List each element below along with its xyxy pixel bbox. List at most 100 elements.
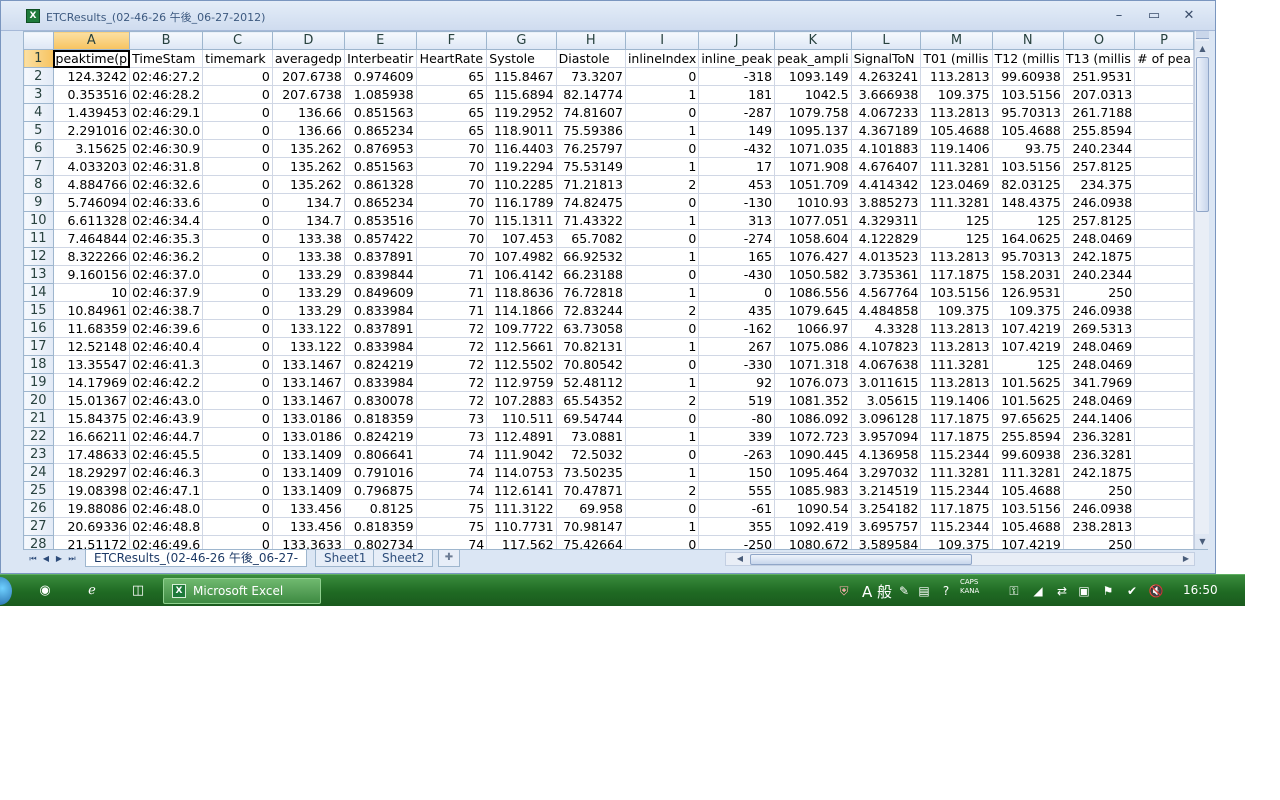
row-header[interactable]: 26 — [23, 499, 54, 518]
data-cell[interactable]: 70.47871 — [555, 481, 626, 500]
data-cell[interactable]: 0 — [624, 103, 700, 122]
data-cell[interactable]: 1.439453 — [52, 103, 131, 122]
data-cell[interactable]: 135.262 — [271, 157, 345, 176]
data-cell[interactable]: 112.5502 — [486, 355, 557, 374]
data-cell[interactable]: 0.865234 — [343, 121, 417, 140]
data-cell[interactable]: 105.4688 — [991, 517, 1064, 536]
data-cell[interactable] — [1134, 409, 1194, 428]
data-cell[interactable]: 267 — [698, 337, 776, 356]
data-cell[interactable]: 0 — [202, 517, 273, 536]
data-cell[interactable]: 133.3633 — [271, 535, 345, 549]
data-cell[interactable]: 244.1406 — [1062, 409, 1136, 428]
row-header[interactable]: 25 — [23, 481, 54, 500]
data-cell[interactable]: 105.4688 — [920, 121, 993, 140]
device-icon[interactable]: ▣ — [1076, 583, 1092, 599]
data-cell[interactable]: 117.1875 — [920, 265, 993, 284]
data-cell[interactable]: 0 — [202, 103, 273, 122]
data-cell[interactable]: 0 — [202, 499, 273, 518]
internet-explorer-icon[interactable]: ℯ — [83, 582, 101, 600]
data-cell[interactable]: 2.291016 — [52, 121, 131, 140]
data-cell[interactable]: 248.0469 — [1062, 355, 1136, 374]
data-cell[interactable]: 3.011615 — [850, 373, 922, 392]
data-cell[interactable]: 0 — [202, 337, 273, 356]
data-cell[interactable]: 1075.086 — [774, 337, 852, 356]
data-cell[interactable]: 3.254182 — [850, 499, 922, 518]
data-cell[interactable]: 70 — [415, 175, 488, 194]
data-cell[interactable] — [1134, 283, 1194, 302]
row-header[interactable]: 4 — [23, 103, 54, 122]
data-cell[interactable]: 82.14774 — [555, 85, 626, 104]
column-header-o[interactable]: O — [1062, 31, 1136, 50]
data-cell[interactable]: 107.2883 — [486, 391, 557, 410]
data-cell[interactable]: 1079.645 — [774, 301, 852, 320]
data-cell[interactable]: 73.3207 — [555, 67, 626, 86]
data-cell[interactable] — [1134, 193, 1194, 212]
data-cell[interactable]: 1079.758 — [774, 103, 852, 122]
data-cell[interactable]: 4.013523 — [850, 247, 922, 266]
data-cell[interactable]: 0.851563 — [343, 157, 417, 176]
data-cell[interactable]: 117.1875 — [920, 499, 993, 518]
data-cell[interactable]: 1092.419 — [774, 517, 852, 536]
first-sheet-icon[interactable]: ⏮ — [27, 552, 39, 565]
data-cell[interactable]: 1071.318 — [774, 355, 852, 374]
data-cell[interactable]: 107.4982 — [486, 247, 557, 266]
data-cell[interactable]: 111.3122 — [486, 499, 557, 518]
data-cell[interactable]: 1086.556 — [774, 283, 852, 302]
data-cell[interactable]: 133.0186 — [271, 409, 345, 428]
data-cell[interactable]: 136.66 — [271, 121, 345, 140]
data-cell[interactable]: 519 — [698, 391, 776, 410]
data-cell[interactable]: 0 — [202, 481, 273, 500]
data-cell[interactable] — [1134, 499, 1194, 518]
column-header-f[interactable]: F — [415, 31, 488, 50]
data-cell[interactable]: 4.067233 — [850, 103, 922, 122]
data-cell[interactable]: 0.802734 — [343, 535, 417, 549]
ime-pad-icon[interactable]: ▤ — [916, 583, 932, 599]
row-header[interactable]: 18 — [23, 355, 54, 374]
data-cell[interactable]: 250 — [1062, 283, 1136, 302]
data-cell[interactable]: 02:46:30.0 — [129, 121, 204, 140]
data-cell[interactable]: 0.974609 — [343, 67, 417, 86]
data-cell[interactable]: 0 — [202, 427, 273, 446]
data-cell[interactable] — [1134, 391, 1194, 410]
ime-indicator[interactable]: A 般 — [862, 581, 892, 602]
data-cell[interactable]: 02:46:42.2 — [129, 373, 204, 392]
column-header-e[interactable]: E — [343, 31, 417, 50]
data-cell[interactable]: 3.05615 — [850, 391, 922, 410]
scroll-right-arrow-icon[interactable]: ▶ — [1180, 553, 1192, 565]
data-cell[interactable]: 18.29297 — [52, 463, 131, 482]
data-cell[interactable]: 236.3281 — [1062, 445, 1136, 464]
column-header-b[interactable]: B — [129, 31, 204, 50]
data-cell[interactable]: 3.15625 — [52, 139, 131, 158]
data-cell[interactable]: 1093.149 — [774, 67, 852, 86]
data-cell[interactable]: 74 — [415, 445, 488, 464]
data-cell[interactable]: 2 — [624, 301, 700, 320]
column-header-h[interactable]: H — [555, 31, 626, 50]
data-cell[interactable] — [1134, 229, 1194, 248]
data-cell[interactable]: 117.1875 — [920, 409, 993, 428]
data-cell[interactable]: 111.9042 — [486, 445, 557, 464]
data-cell[interactable]: 71 — [415, 265, 488, 284]
data-cell[interactable]: 0 — [624, 67, 700, 86]
data-cell[interactable]: 02:46:49.6 — [129, 535, 204, 549]
data-cell[interactable]: 70 — [415, 229, 488, 248]
data-cell[interactable]: 164.0625 — [991, 229, 1064, 248]
data-cell[interactable]: 0.796875 — [343, 481, 417, 500]
data-cell[interactable]: 134.7 — [271, 211, 345, 230]
data-cell[interactable]: 248.0469 — [1062, 229, 1136, 248]
data-cell[interactable]: 109.7722 — [486, 319, 557, 338]
data-cell[interactable]: 234.375 — [1062, 175, 1136, 194]
data-cell[interactable]: 02:46:27.2 — [129, 67, 204, 86]
data-cell[interactable]: 134.7 — [271, 193, 345, 212]
data-cell[interactable]: 242.1875 — [1062, 463, 1136, 482]
data-cell[interactable]: 117.1875 — [920, 427, 993, 446]
column-header-l[interactable]: L — [850, 31, 922, 50]
data-cell[interactable]: 1.085938 — [343, 85, 417, 104]
data-cell[interactable]: 0.851563 — [343, 103, 417, 122]
data-cell[interactable]: 02:46:33.6 — [129, 193, 204, 212]
data-cell[interactable]: 114.1866 — [486, 301, 557, 320]
data-cell[interactable]: 76.72818 — [555, 283, 626, 302]
data-cell[interactable]: 0 — [202, 319, 273, 338]
sheet-tab-sheet2[interactable]: Sheet2 — [373, 550, 434, 567]
data-cell[interactable]: 181 — [698, 85, 776, 104]
data-cell[interactable]: 133.38 — [271, 229, 345, 248]
